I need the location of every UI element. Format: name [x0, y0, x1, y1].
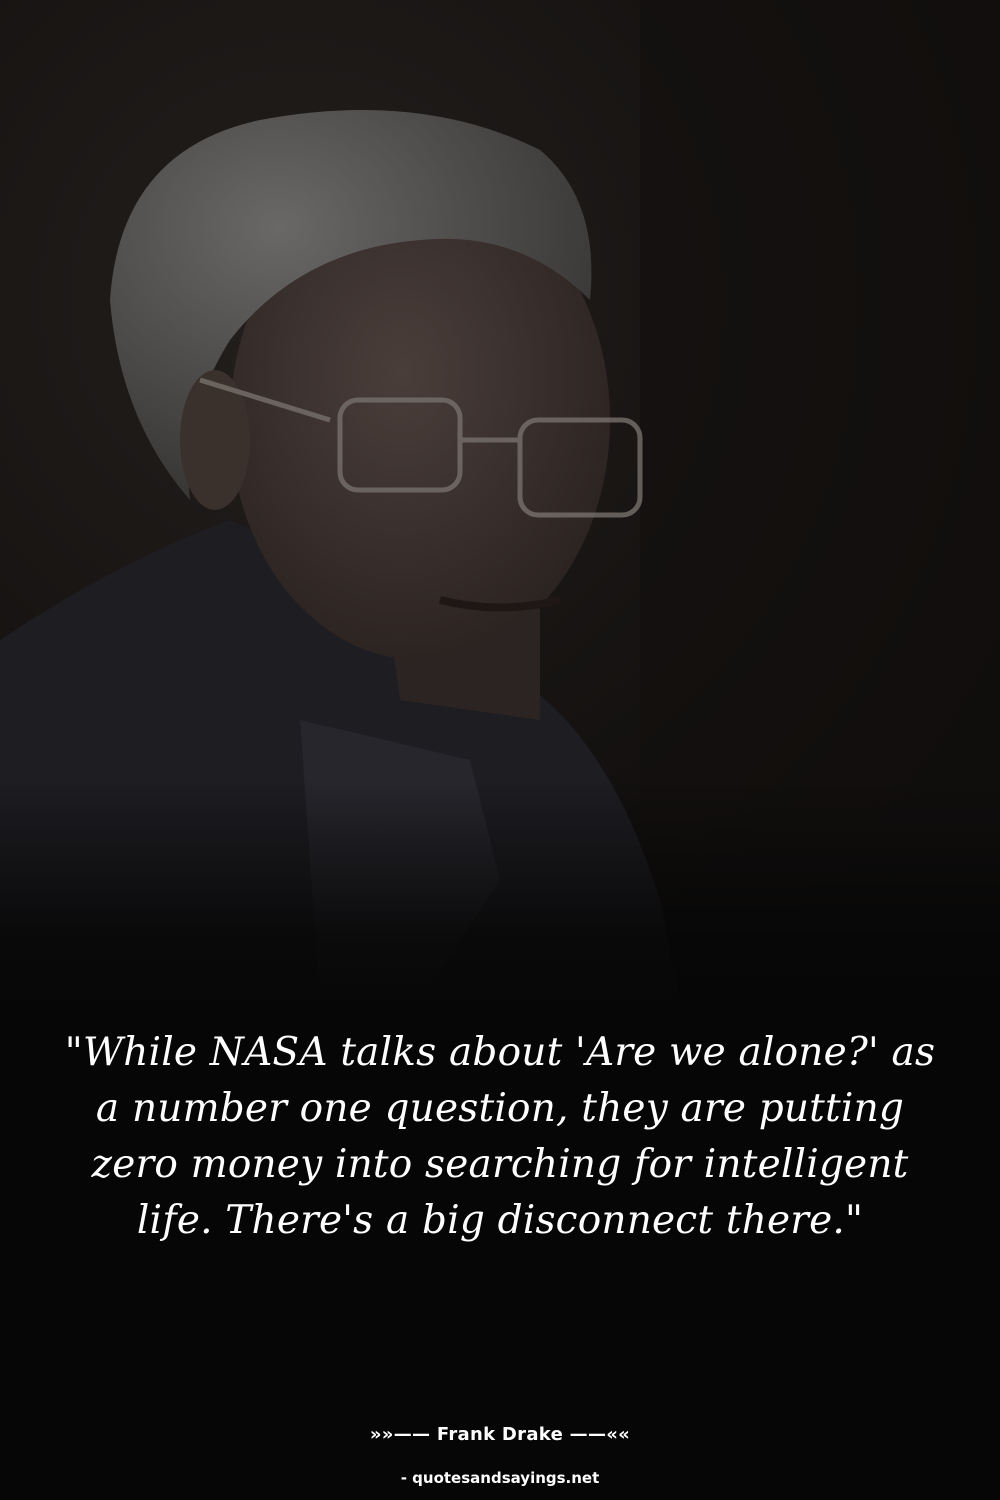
- quote-card: "While NASA talks about 'Are we alone?' …: [0, 0, 1000, 1500]
- quote-text: "While NASA talks about 'Are we alone?' …: [64, 1030, 936, 1243]
- photo-fade-overlay: [0, 780, 1000, 1040]
- source-credit: - quotesandsayings.net: [400, 1469, 600, 1487]
- author-attribution: »»—— Frank Drake ——««: [369, 1424, 631, 1445]
